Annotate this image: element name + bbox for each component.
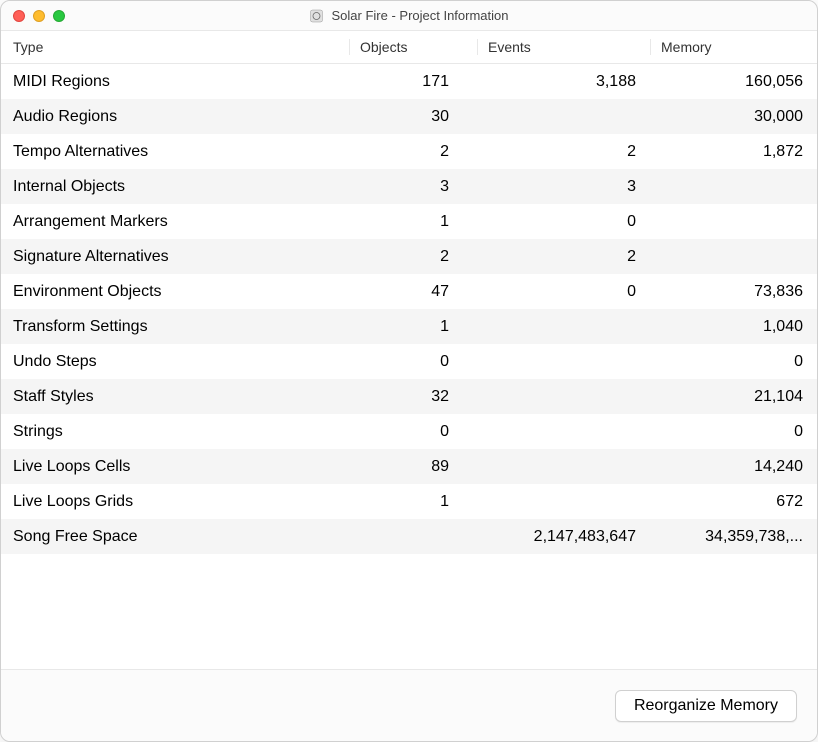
cell-memory: 672 <box>650 493 817 511</box>
table-row[interactable]: Transform Settings1 1,040 <box>1 309 817 344</box>
table-body: MIDI Regions1713,188160,056Audio Regions… <box>1 64 817 669</box>
window-title: Solar Fire - Project Information <box>331 8 508 23</box>
table-row[interactable]: Strings00 <box>1 414 817 449</box>
cell-type: Song Free Space <box>1 528 349 546</box>
cell-memory: 1,040 <box>650 318 817 336</box>
cell-objects: 89 <box>349 458 477 476</box>
column-header-events[interactable]: Events <box>477 39 650 55</box>
cell-events: 2,147,483,647 <box>477 528 650 546</box>
minimize-button[interactable] <box>33 10 45 22</box>
column-header-type[interactable]: Type <box>1 39 349 55</box>
table-row[interactable]: Tempo Alternatives221,872 <box>1 134 817 169</box>
cell-type: Arrangement Markers <box>1 213 349 231</box>
column-header-memory[interactable]: Memory <box>650 39 817 55</box>
titlebar: Solar Fire - Project Information <box>1 1 817 31</box>
cell-memory: 34,359,738,... <box>650 528 817 546</box>
logic-project-icon <box>309 9 323 23</box>
table-row[interactable]: Song Free Space 2,147,483,64734,359,738,.… <box>1 519 817 554</box>
table-row[interactable]: Environment Objects47073,836 <box>1 274 817 309</box>
cell-type: Audio Regions <box>1 108 349 126</box>
table-row[interactable]: Live Loops Cells89 14,240 <box>1 449 817 484</box>
cell-objects: 30 <box>349 108 477 126</box>
cell-events: 0 <box>477 213 650 231</box>
footer: Reorganize Memory <box>1 669 817 741</box>
cell-memory: 0 <box>650 423 817 441</box>
cell-objects: 1 <box>349 493 477 511</box>
traffic-lights <box>13 10 65 22</box>
cell-type: Signature Alternatives <box>1 248 349 266</box>
table-header: Type Objects Events Memory <box>1 31 817 64</box>
cell-objects: 171 <box>349 73 477 91</box>
cell-type: Live Loops Cells <box>1 458 349 476</box>
cell-objects: 47 <box>349 283 477 301</box>
cell-type: Transform Settings <box>1 318 349 336</box>
cell-objects: 2 <box>349 143 477 161</box>
maximize-button[interactable] <box>53 10 65 22</box>
table-row[interactable]: Audio Regions30 30,000 <box>1 99 817 134</box>
cell-type: Live Loops Grids <box>1 493 349 511</box>
cell-type: Tempo Alternatives <box>1 143 349 161</box>
cell-events: 2 <box>477 248 650 266</box>
cell-objects: 3 <box>349 178 477 196</box>
cell-events: 2 <box>477 143 650 161</box>
cell-memory: 0 <box>650 353 817 371</box>
cell-objects: 0 <box>349 423 477 441</box>
cell-memory: 73,836 <box>650 283 817 301</box>
reorganize-memory-button[interactable]: Reorganize Memory <box>615 690 797 722</box>
cell-events: 3,188 <box>477 73 650 91</box>
cell-events: 3 <box>477 178 650 196</box>
cell-memory: 1,872 <box>650 143 817 161</box>
cell-memory: 21,104 <box>650 388 817 406</box>
cell-memory: 30,000 <box>650 108 817 126</box>
cell-type: Undo Steps <box>1 353 349 371</box>
cell-type: Environment Objects <box>1 283 349 301</box>
project-information-window: Solar Fire - Project Information Type Ob… <box>0 0 818 742</box>
close-button[interactable] <box>13 10 25 22</box>
window-title-container: Solar Fire - Project Information <box>309 8 508 23</box>
table-row[interactable]: Staff Styles32 21,104 <box>1 379 817 414</box>
cell-type: Internal Objects <box>1 178 349 196</box>
cell-memory: 14,240 <box>650 458 817 476</box>
table-row[interactable]: Undo Steps00 <box>1 344 817 379</box>
cell-memory: 160,056 <box>650 73 817 91</box>
cell-objects: 0 <box>349 353 477 371</box>
column-header-objects[interactable]: Objects <box>349 39 477 55</box>
table-row[interactable]: MIDI Regions1713,188160,056 <box>1 64 817 99</box>
table-row[interactable]: Signature Alternatives22 <box>1 239 817 274</box>
cell-events: 0 <box>477 283 650 301</box>
table-row[interactable]: Live Loops Grids1 672 <box>1 484 817 519</box>
cell-type: Strings <box>1 423 349 441</box>
table-row[interactable]: Internal Objects33 <box>1 169 817 204</box>
cell-type: Staff Styles <box>1 388 349 406</box>
cell-objects: 2 <box>349 248 477 266</box>
cell-objects: 32 <box>349 388 477 406</box>
table-row[interactable]: Arrangement Markers10 <box>1 204 817 239</box>
cell-objects: 1 <box>349 318 477 336</box>
cell-objects: 1 <box>349 213 477 231</box>
cell-type: MIDI Regions <box>1 73 349 91</box>
